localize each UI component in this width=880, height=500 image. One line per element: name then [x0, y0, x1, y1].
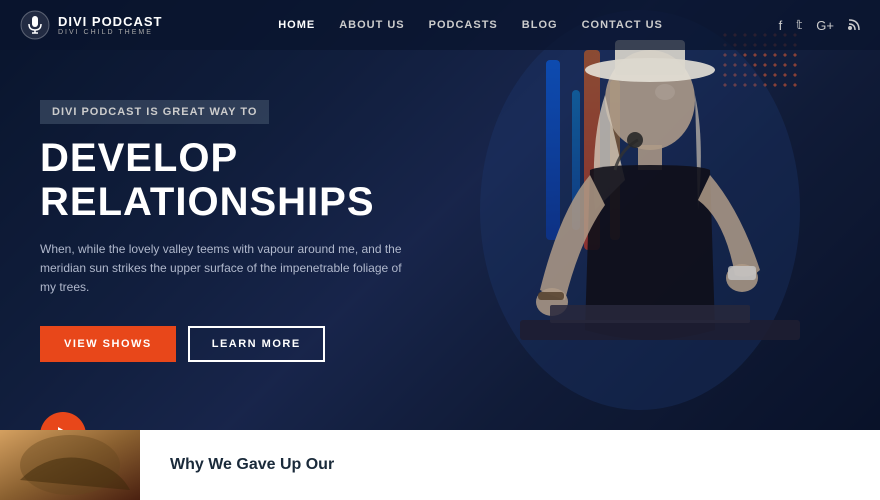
- googleplus-icon[interactable]: G+: [816, 18, 834, 33]
- hero-buttons: VIEW SHOWS LEARN MORE: [40, 326, 470, 362]
- facebook-icon[interactable]: f: [779, 18, 783, 33]
- nav-blog[interactable]: BLOG: [522, 19, 558, 31]
- learn-more-button[interactable]: LEARN MORE: [188, 326, 325, 362]
- play-button[interactable]: [40, 412, 86, 430]
- microphone-icon: [20, 10, 50, 40]
- main-nav: HOME ABOUT US PODCASTS BLOG CONTACT US: [278, 19, 663, 31]
- bottom-content: Why We Gave Up Our: [140, 430, 880, 500]
- hero-title: DEVELOP RELATIONSHIPS: [40, 136, 470, 224]
- play-area: PLAY THE AUDIO: [40, 412, 470, 430]
- play-label: PLAY THE AUDIO: [102, 427, 238, 430]
- hero-content: DIVI PODCAST IS GREAT WAY TO DEVELOP REL…: [40, 100, 470, 430]
- nav-home[interactable]: HOME: [278, 19, 315, 31]
- hero-figure: [420, 10, 820, 430]
- logo-text: DIVI PODCAST DIVI CHILD THEME: [58, 14, 162, 36]
- bottom-image: [0, 430, 140, 500]
- hero-tagline: DIVI PODCAST IS GREAT WAY TO: [40, 100, 269, 124]
- logo-subtitle: DIVI CHILD THEME: [58, 29, 162, 36]
- hero-description: When, while the lovely valley teems with…: [40, 240, 410, 298]
- view-shows-button[interactable]: VIEW SHOWS: [40, 326, 176, 362]
- nav-about[interactable]: ABOUT US: [339, 19, 404, 31]
- logo-area: DIVI PODCAST DIVI CHILD THEME: [20, 10, 162, 40]
- rss-icon[interactable]: [848, 18, 860, 33]
- nav-contact[interactable]: CONTACT US: [582, 19, 663, 31]
- bottom-section: Why We Gave Up Our: [0, 430, 880, 500]
- twitter-icon[interactable]: 𝕥: [796, 17, 802, 33]
- logo-title: DIVI PODCAST: [58, 14, 162, 29]
- social-icons: f 𝕥 G+: [779, 17, 860, 33]
- nav-podcasts[interactable]: PODCASTS: [429, 19, 498, 31]
- bottom-title: Why We Gave Up Our: [170, 456, 334, 474]
- header: DIVI PODCAST DIVI CHILD THEME HOME ABOUT…: [0, 0, 880, 50]
